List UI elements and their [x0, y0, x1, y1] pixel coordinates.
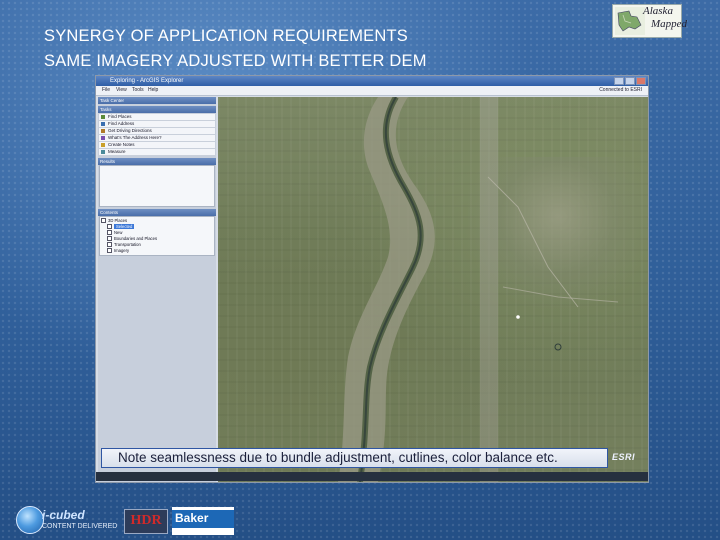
hdr-logo-text: HDR — [130, 513, 162, 528]
task-measure[interactable]: Measure — [99, 149, 215, 156]
app-screenshot: Exploring - ArcGIS Explorer File View To… — [95, 75, 649, 483]
slide-title: SYNERGY OF APPLICATION REQUIREMENTS SAME… — [44, 24, 604, 74]
toc-item-boundaries[interactable]: Boundaries and Places — [101, 236, 221, 242]
menu-tools[interactable]: Tools — [132, 87, 144, 94]
baker-logo: Baker — [172, 507, 234, 535]
alaska-mapped-logo: Alaska Mapped — [612, 4, 687, 38]
icubed-tagline: CONTENT DELIVERED — [42, 523, 118, 530]
maximize-icon[interactable] — [625, 77, 635, 85]
task-find-places[interactable]: Find Places — [99, 114, 215, 121]
results-header[interactable]: Results — [98, 158, 216, 165]
close-icon[interactable] — [636, 77, 646, 85]
task-center-header[interactable]: Task Center — [98, 97, 216, 104]
contents-panel: 3D Places Selected New Boundaries and Pl… — [99, 216, 215, 256]
menu-bar: File View Tools Help Connected to ESRI — [96, 86, 648, 96]
toc-item-imagery[interactable]: Imagery — [101, 248, 221, 254]
directions-icon — [101, 129, 105, 133]
alaska-logo-line-1: Alaska — [643, 5, 673, 17]
minimize-icon[interactable] — [614, 77, 624, 85]
connection-status: Connected to ESRI — [599, 87, 642, 93]
toc-item-transportation[interactable]: Transportation — [101, 242, 221, 248]
alaska-logo-line-2: Mapped — [651, 18, 688, 30]
task-label: Create Notes — [108, 142, 135, 147]
checkbox-icon[interactable] — [107, 242, 112, 248]
menu-help[interactable]: Help — [148, 87, 158, 94]
menu-file[interactable]: File — [102, 87, 110, 94]
toc-item-selected[interactable]: Selected — [101, 224, 221, 230]
hdr-logo: HDR — [124, 509, 168, 534]
task-label: Find Places — [108, 114, 132, 119]
task-label: Measure — [108, 149, 126, 154]
caption-banner: Note seamlessness due to bundle adjustme… — [101, 448, 608, 468]
map-cursor-icon — [516, 315, 520, 319]
icubed-logo: i-cubed CONTENT DELIVERED — [16, 506, 118, 536]
find-places-icon — [101, 115, 105, 119]
measure-icon — [101, 150, 105, 154]
notes-icon — [101, 143, 105, 147]
esri-logo: ESRI — [612, 452, 636, 462]
baker-logo-text: Baker — [175, 511, 209, 525]
alaska-map-icon — [615, 7, 645, 35]
task-whats-address[interactable]: What's The Address Here? — [99, 135, 215, 142]
task-label: Get Driving Directions — [108, 128, 152, 133]
checkbox-icon[interactable] — [107, 230, 112, 236]
left-pane: Task Center Tasks Find Places Find Addre… — [98, 97, 216, 482]
globe-icon — [16, 506, 44, 534]
checkbox-icon[interactable] — [101, 218, 106, 224]
window-title: Exploring - ArcGIS Explorer — [110, 78, 184, 84]
task-label: Find Address — [108, 121, 135, 126]
results-panel — [99, 165, 215, 207]
icubed-name: i-cubed — [42, 508, 85, 522]
task-label: What's The Address Here? — [108, 135, 162, 140]
map-view[interactable] — [218, 97, 648, 482]
tasks-header[interactable]: Tasks — [98, 106, 216, 113]
checkbox-icon[interactable] — [107, 224, 112, 230]
checkbox-icon[interactable] — [107, 248, 112, 254]
title-line-1: SYNERGY OF APPLICATION REQUIREMENTS — [44, 27, 408, 45]
address-here-icon — [101, 136, 105, 140]
task-driving-directions[interactable]: Get Driving Directions — [99, 128, 215, 135]
title-line-2: SAME IMAGERY ADJUSTED WITH BETTER DEM — [44, 52, 427, 70]
task-find-address[interactable]: Find Address — [99, 121, 215, 128]
river-valley — [338, 97, 619, 482]
contents-header[interactable]: Contents — [98, 209, 216, 216]
toc-item-new[interactable]: New — [101, 230, 221, 236]
window-titlebar: Exploring - ArcGIS Explorer — [96, 76, 648, 86]
menu-view[interactable]: View — [116, 87, 127, 94]
find-address-icon — [101, 122, 105, 126]
task-create-notes[interactable]: Create Notes — [99, 142, 215, 149]
status-bar — [96, 472, 648, 481]
checkbox-icon[interactable] — [107, 236, 112, 242]
toc-item-3d-places[interactable]: 3D Places — [101, 218, 215, 224]
